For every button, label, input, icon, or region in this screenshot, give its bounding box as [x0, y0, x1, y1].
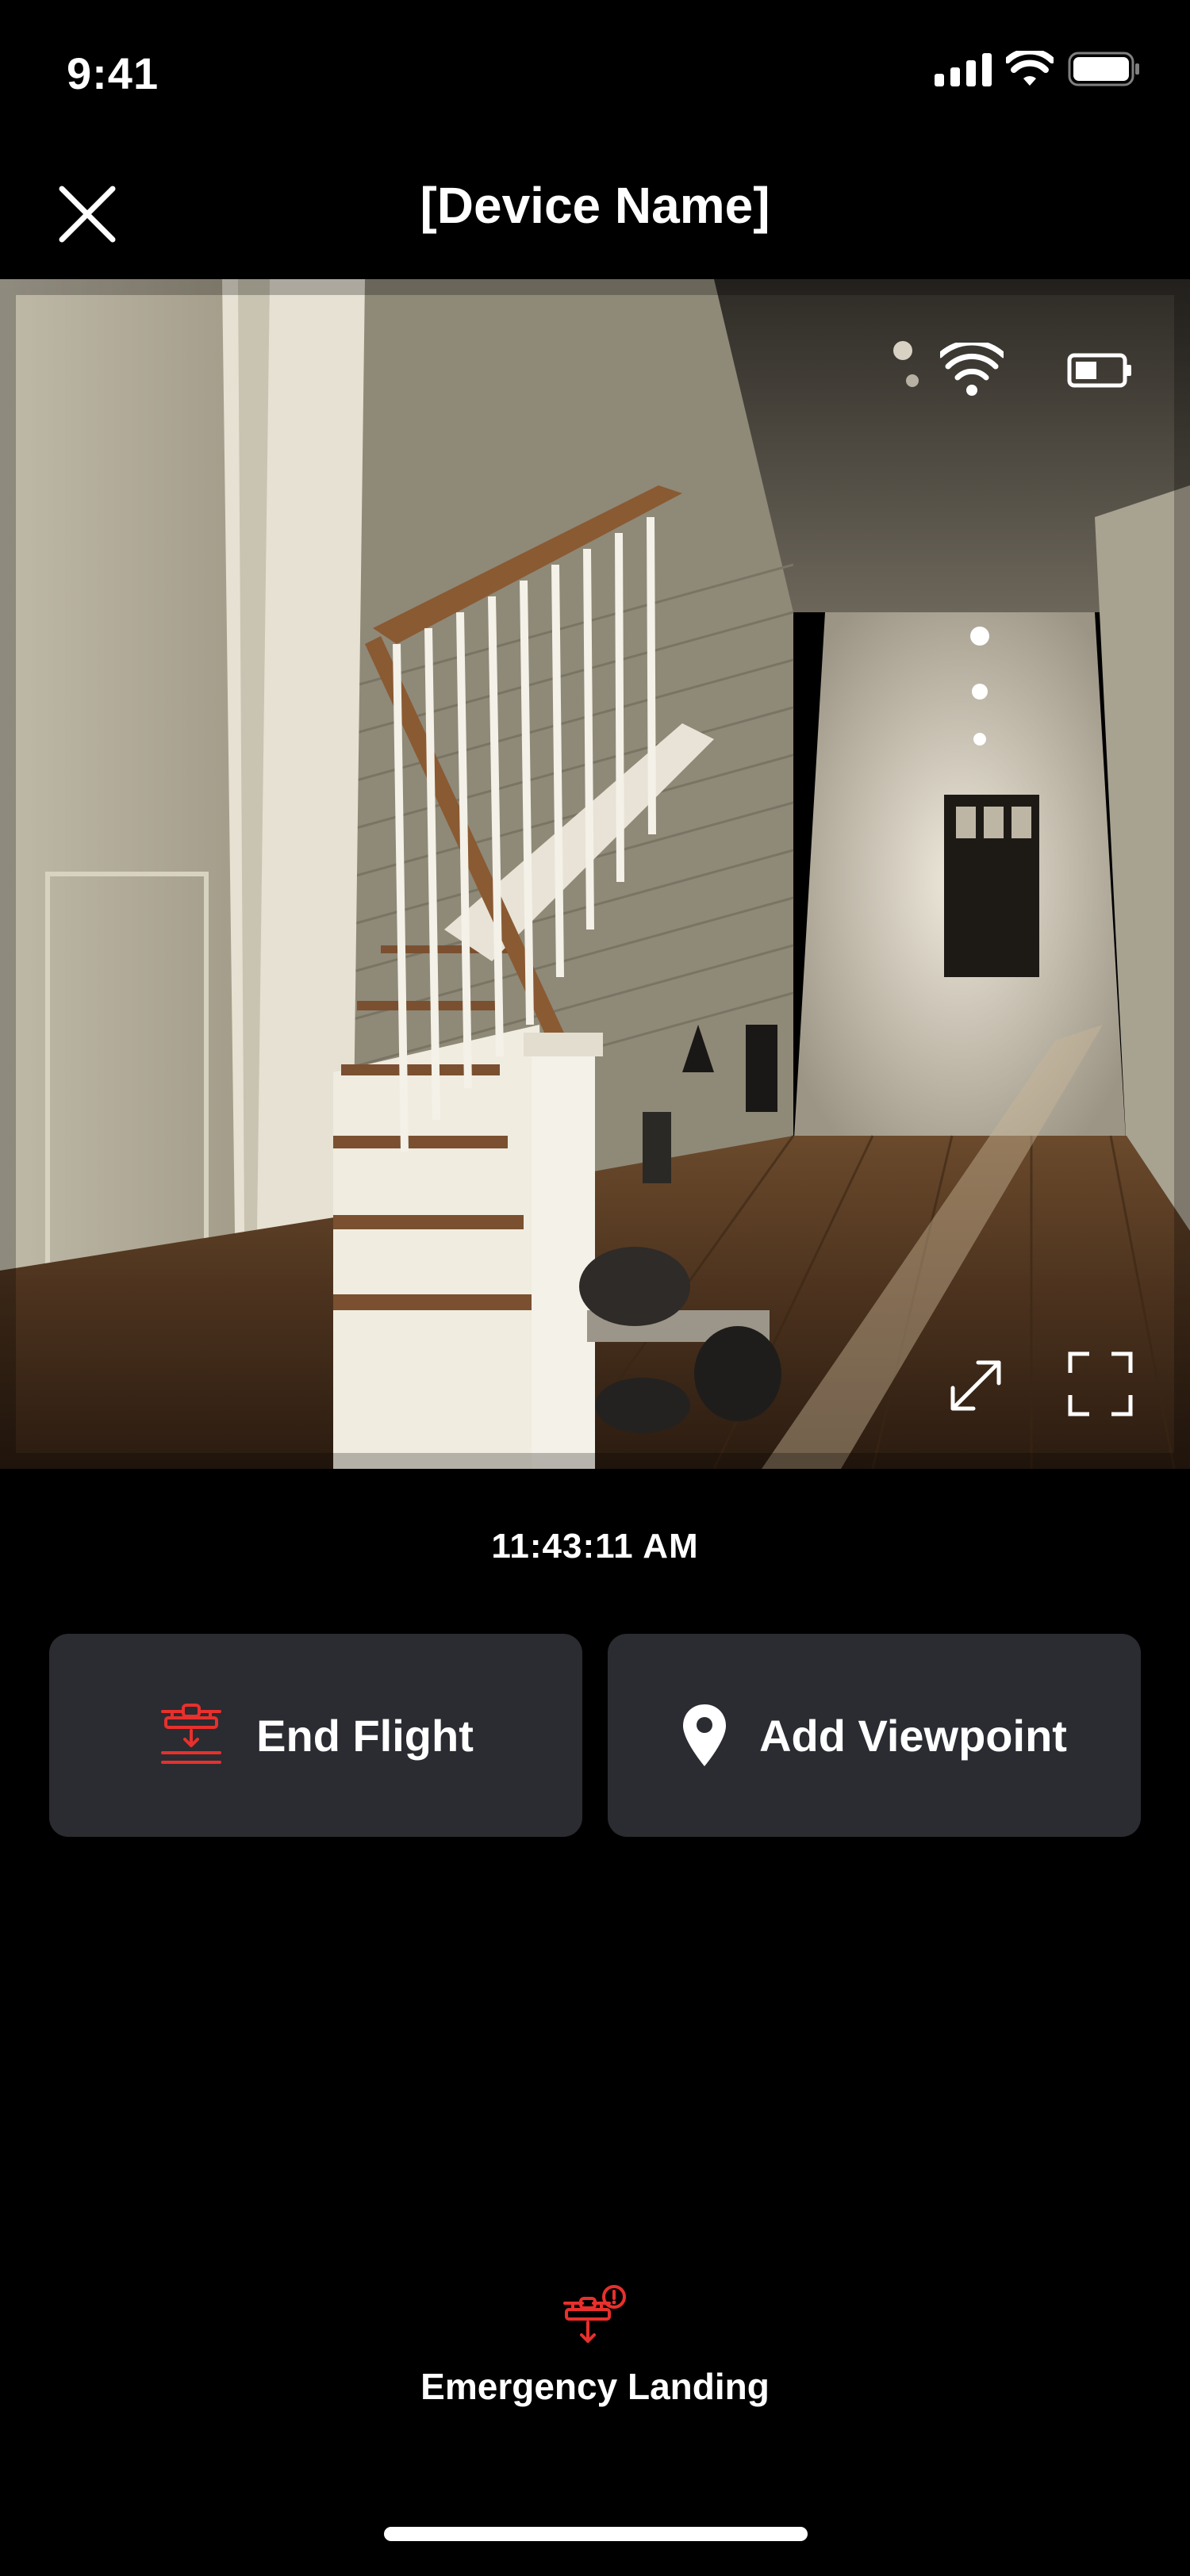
expand-icon[interactable] [944, 1354, 1008, 1417]
camera-feed-image [0, 279, 1190, 1469]
status-icons [935, 51, 1141, 87]
status-time: 9:41 [67, 48, 159, 98]
camera-feed[interactable] [0, 279, 1190, 1469]
location-pin-icon [683, 1704, 727, 1766]
add-viewpoint-label: Add Viewpoint [759, 1710, 1067, 1761]
cellular-signal-icon [935, 52, 992, 86]
feed-wifi-icon [940, 339, 1004, 402]
battery-icon [1068, 52, 1139, 86]
add-viewpoint-button[interactable]: Add Viewpoint [608, 1634, 1141, 1837]
feed-battery-low-icon [1067, 351, 1134, 390]
wifi-icon [1006, 51, 1054, 86]
header: [Device Name] [0, 143, 1190, 279]
timestamp: 11:43:11 AM [491, 1527, 699, 1566]
emergency-landing-label: Emergency Landing [420, 2366, 770, 2407]
end-flight-label: End Flight [256, 1710, 474, 1761]
end-flight-button[interactable]: End Flight [49, 1634, 582, 1837]
fullscreen-icon[interactable] [1065, 1348, 1136, 1420]
page-title: [Device Name] [420, 177, 770, 234]
drone-land-icon [161, 1704, 222, 1764]
drone-emergency-icon [563, 2285, 626, 2343]
home-indicator[interactable] [384, 2527, 808, 2541]
emergency-landing-button[interactable]: Emergency Landing [357, 2284, 833, 2443]
status-bar: 9:41 [0, 0, 1190, 143]
